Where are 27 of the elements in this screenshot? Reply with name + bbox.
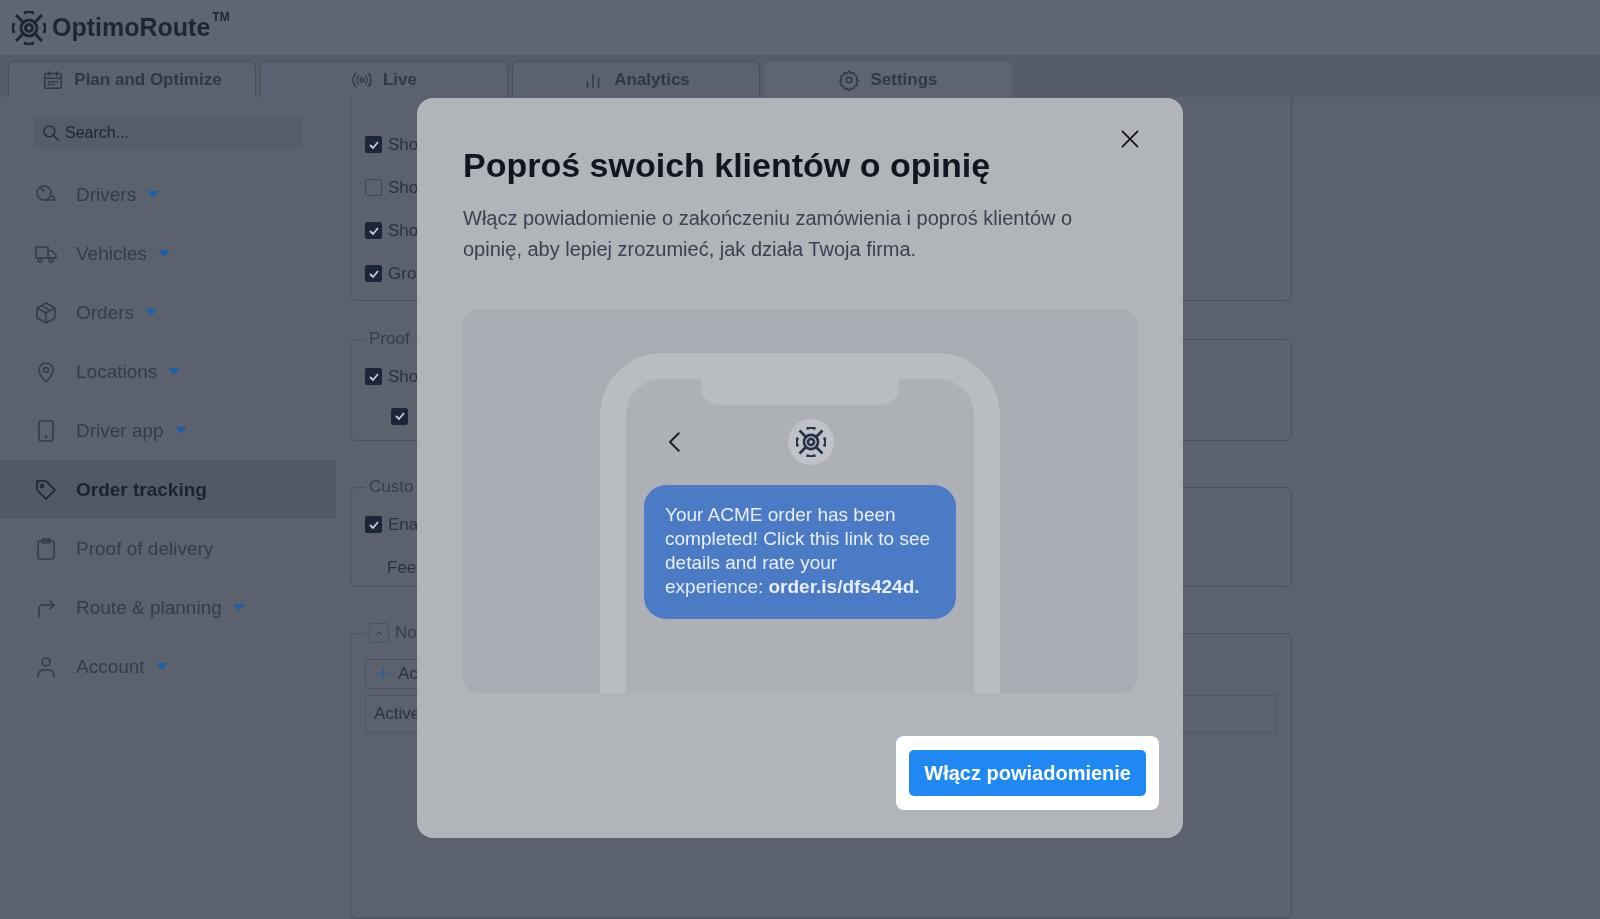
modal-description: Włącz powiadomienie o zakończeniu zamówienia i poproś klientów o opinię, aby lepiej zrozumieć, jak działa Twoja firma. (463, 206, 1074, 262)
search-field[interactable]: Search... (34, 117, 302, 149)
settings-icon (838, 68, 861, 91)
sidebar-item[interactable]: Order tracking (0, 460, 336, 519)
trademark: TM (212, 10, 230, 24)
calendar-icon (42, 68, 65, 91)
checkbox[interactable] (391, 407, 408, 425)
enable-notification-button[interactable]: Włącz powiadomienie (909, 750, 1146, 796)
box-icon (34, 300, 58, 325)
app-logo: OptimoRoute (52, 13, 211, 42)
checkmark-icon (393, 410, 406, 422)
checkbox[interactable] (365, 265, 382, 282)
checkbox[interactable] (365, 368, 382, 385)
user-icon (34, 654, 58, 679)
clipboard-icon (34, 536, 58, 561)
modal-title: Poproś swoich klientów o opinię (463, 146, 992, 185)
search-icon (41, 123, 61, 143)
logo-icon (12, 10, 46, 45)
checkbox[interactable] (365, 179, 382, 196)
tag-icon (34, 477, 58, 502)
logo-icon (796, 427, 826, 457)
collapse-toggle[interactable] (369, 623, 389, 643)
plus-icon (374, 665, 392, 683)
checkbox[interactable] (365, 516, 382, 533)
checkbox[interactable] (365, 136, 382, 153)
checkbox[interactable] (365, 222, 382, 239)
message-bubble: Your ACME order has been completed! Click this link to see details and rate your experience: order.is/dfs424d. (644, 485, 956, 619)
